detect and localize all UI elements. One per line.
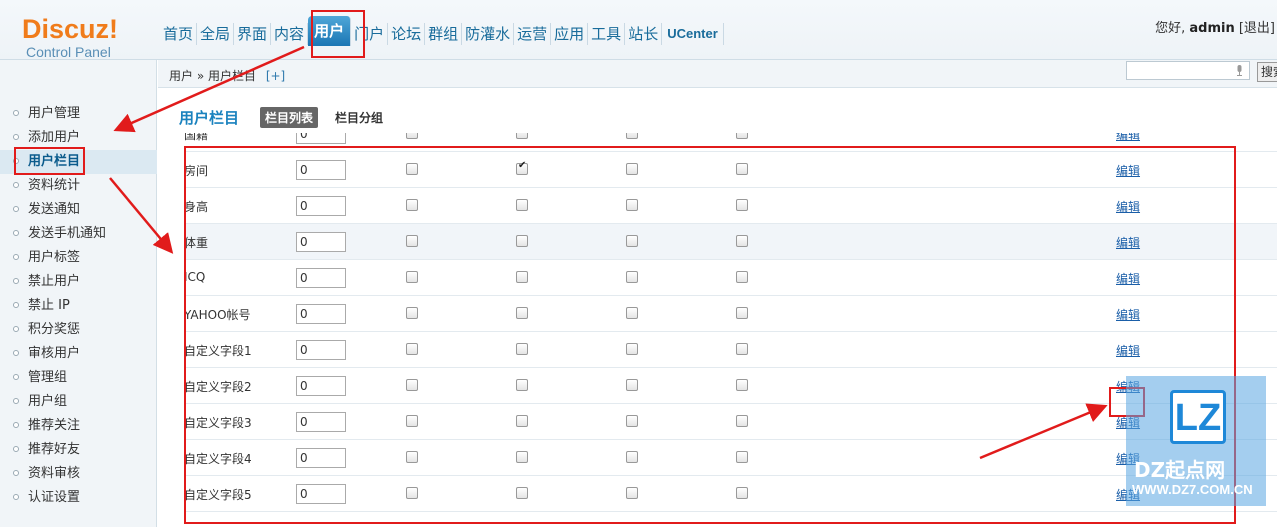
nav-item-3[interactable]: 内容: [271, 23, 309, 45]
username: admin: [1189, 21, 1235, 36]
greeting-text: 您好,: [1155, 21, 1186, 36]
bullet-icon: [13, 182, 19, 188]
sidebar-item-label: 认证设置: [28, 490, 81, 505]
nav-item-9[interactable]: 运营: [514, 23, 552, 45]
sidebar-item-10[interactable]: 审核用户: [0, 342, 157, 366]
sidebar-item-label: 资料统计: [28, 178, 81, 193]
discuz-logo[interactable]: Discuz! Control Panel: [22, 14, 132, 60]
sidebar-item-9[interactable]: 积分奖惩: [0, 318, 157, 342]
bullet-icon: [13, 350, 19, 356]
sidebar-item-15[interactable]: 资料审核: [0, 462, 157, 486]
tab-column-list[interactable]: 栏目列表: [260, 107, 319, 128]
logout-link[interactable]: [退出]: [1239, 21, 1275, 36]
highlight-table: [184, 146, 1236, 524]
sidebar-item-13[interactable]: 推荐关注: [0, 414, 157, 438]
sidebar-item-4[interactable]: 发送通知: [0, 198, 157, 222]
microphone-icon[interactable]: [1236, 65, 1243, 76]
field-checkbox-3[interactable]: [736, 133, 748, 139]
sidebar-item-5[interactable]: 发送手机通知: [0, 222, 157, 246]
breadcrumb: 用户 » 用户栏目 [+]: [169, 67, 285, 84]
bullet-icon: [13, 134, 19, 140]
sidebar-item-label: 用户组: [28, 394, 68, 409]
site-watermark: LZ DZ起点网 WWW.DZ7.COM.CN: [1126, 376, 1266, 506]
bullet-icon: [13, 110, 19, 116]
bullet-icon: [13, 446, 19, 452]
watermark-url: WWW.DZ7.COM.CN: [1132, 482, 1253, 497]
highlight-sidebar-item: [14, 147, 85, 175]
bullet-icon: [13, 494, 19, 500]
field-checkbox-2[interactable]: [626, 133, 638, 139]
watermark-title: DZ起点网: [1134, 458, 1226, 482]
sidebar-item-label: 发送手机通知: [28, 226, 107, 241]
bullet-icon: [13, 206, 19, 212]
sidebar-item-label: 管理组: [28, 370, 68, 385]
breadcrumb-bar: 用户 » 用户栏目 [+] 搜索: [158, 60, 1277, 88]
sidebar-item-6[interactable]: 用户标签: [0, 246, 157, 270]
nav-item-6[interactable]: 论坛: [388, 23, 426, 45]
user-info: 您好, admin [退出]: [1155, 17, 1275, 36]
sidebar-item-label: 推荐好友: [28, 442, 81, 457]
nav-item-0[interactable]: 首页: [160, 23, 198, 45]
field-checkbox-1[interactable]: [516, 133, 528, 139]
nav-item-13[interactable]: UCenter: [662, 23, 724, 45]
bullet-icon: [13, 398, 19, 404]
sidebar-item-label: 发送通知: [28, 202, 81, 217]
sidebar-item-11[interactable]: 管理组: [0, 366, 157, 390]
search-input[interactable]: [1126, 61, 1250, 80]
nav-item-1[interactable]: 全局: [197, 23, 235, 45]
top-header: Discuz! Control Panel 首页 全局 界面 内容 用户 门户 论坛 群组 防灌…: [0, 0, 1277, 60]
sidebar-item-label: 用户管理: [28, 106, 81, 121]
top-nav: 首页 全局 界面 内容 用户 门户 论坛 群组 防灌水 运营 应用 工具 站长 UCenter: [160, 16, 724, 46]
sidebar-item-0[interactable]: 用户管理: [0, 102, 157, 126]
nav-item-12[interactable]: 站长: [625, 23, 663, 45]
sidebar-item-label: 用户标签: [28, 250, 81, 265]
nav-item-8[interactable]: 防灌水: [462, 23, 515, 45]
logo-subtitle: Control Panel: [26, 44, 111, 60]
lz-logo-icon: LZ: [1170, 390, 1226, 444]
sidebar-item-label: 禁止 IP: [28, 298, 70, 313]
add-shortcut-link[interactable]: [+]: [266, 69, 285, 83]
nav-item-7[interactable]: 群组: [425, 23, 463, 45]
nav-item-11[interactable]: 工具: [588, 23, 626, 45]
sidebar-item-label: 推荐关注: [28, 418, 81, 433]
logo-name: Discuz!: [22, 14, 119, 44]
edit-link[interactable]: 编辑: [1116, 133, 1140, 143]
nav-item-10[interactable]: 应用: [551, 23, 589, 45]
bullet-icon: [13, 374, 19, 380]
bullet-icon: [13, 422, 19, 428]
search-button[interactable]: 搜索: [1257, 62, 1277, 82]
bullet-icon: [13, 470, 19, 476]
sidebar-item-12[interactable]: 用户组: [0, 390, 157, 414]
nav-item-2[interactable]: 界面: [234, 23, 272, 45]
bullet-icon: [13, 278, 19, 284]
bullet-icon: [13, 254, 19, 260]
section-title: 用户栏目: [179, 109, 240, 127]
tab-column-group[interactable]: 栏目分组: [335, 109, 383, 126]
sidebar-item-14[interactable]: 推荐好友: [0, 438, 157, 462]
sidebar: 用户管理 添加用户 用户栏目 资料统计 发送通知 发送手机通知 用户标签 禁止用户 禁止 IP 积…: [0, 60, 157, 527]
highlight-nav-user: [311, 10, 365, 58]
sidebar-item-3[interactable]: 资料统计: [0, 174, 157, 198]
sidebar-item-7[interactable]: 禁止用户: [0, 270, 157, 294]
sidebar-item-label: 添加用户: [28, 130, 81, 145]
sidebar-item-label: 审核用户: [28, 346, 81, 361]
field-checkbox-0[interactable]: [406, 133, 418, 139]
sidebar-item-16[interactable]: 认证设置: [0, 486, 157, 510]
field-name: 国籍: [184, 128, 209, 142]
bullet-icon: [13, 302, 19, 308]
bullet-icon: [13, 230, 19, 236]
breadcrumb-text[interactable]: 用户 » 用户栏目: [169, 69, 256, 83]
sidebar-item-label: 资料审核: [28, 466, 81, 481]
sidebar-item-8[interactable]: 禁止 IP: [0, 294, 157, 318]
bullet-icon: [13, 326, 19, 332]
sidebar-item-label: 禁止用户: [28, 274, 81, 289]
sidebar-item-label: 积分奖惩: [28, 322, 81, 337]
watermark-badge-text: LZ: [1174, 397, 1222, 439]
